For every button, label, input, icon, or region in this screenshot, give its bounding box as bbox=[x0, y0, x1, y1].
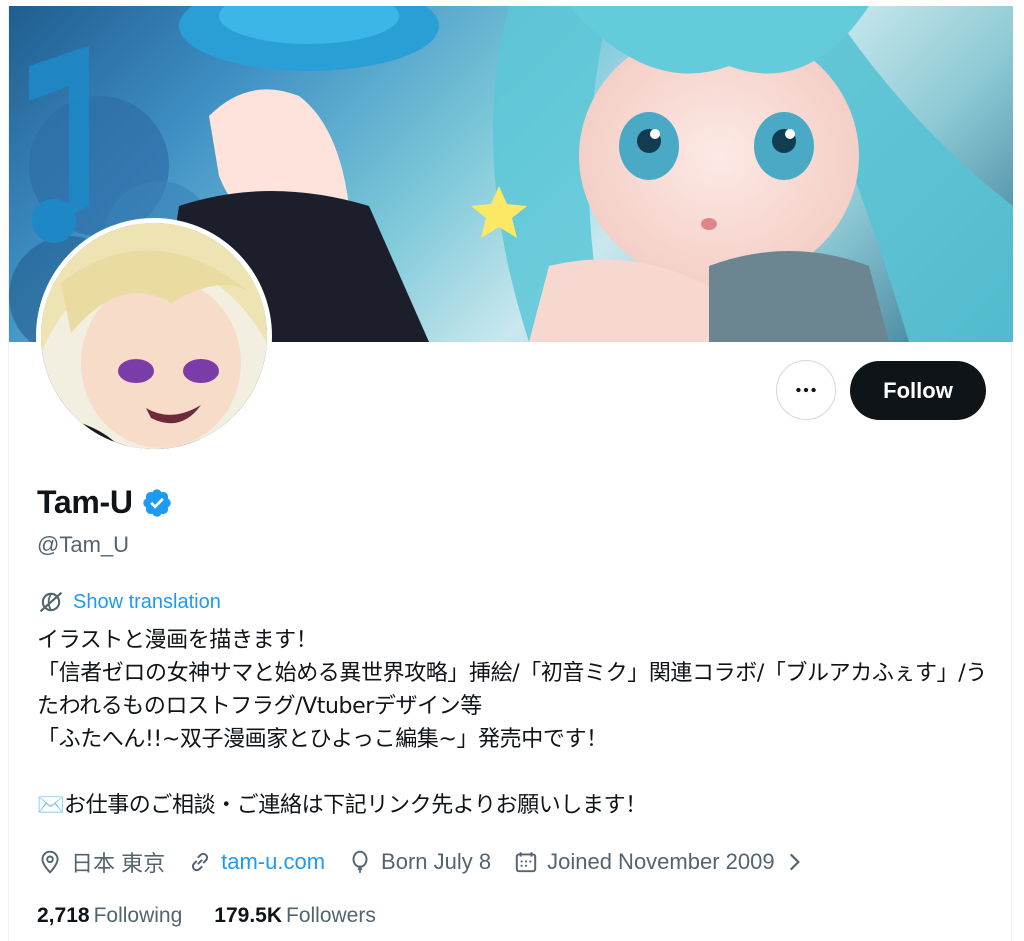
avatar-artwork bbox=[41, 223, 267, 449]
joined-text: Joined November 2009 bbox=[547, 849, 775, 874]
joined-item[interactable]: Joined November 2009 bbox=[513, 849, 814, 875]
more-options-button[interactable] bbox=[776, 360, 836, 420]
profile-bio: イラストと漫画を描きます！ 「信者ゼロの女神サマと始める異世界攻略」挿絵/「初音… bbox=[37, 628, 987, 818]
birthday-text: Born July 8 bbox=[381, 849, 492, 874]
user-handle: @Tam_U bbox=[37, 532, 130, 557]
display-name: Tam-U bbox=[37, 484, 133, 520]
following-count: 2,718 bbox=[37, 904, 90, 927]
followers-count: 179.5K bbox=[214, 904, 282, 927]
chevron-right-icon[interactable] bbox=[781, 849, 807, 875]
following-label: Following bbox=[93, 904, 183, 927]
verified-badge-icon[interactable] bbox=[141, 487, 173, 519]
following-link[interactable]: 2,718 Following bbox=[37, 904, 182, 928]
more-horizontal-icon bbox=[796, 387, 816, 393]
show-translation-link[interactable]: Show translation bbox=[37, 588, 221, 616]
followers-link[interactable]: 179.5K Followers bbox=[214, 904, 376, 928]
website-item[interactable]: tam-u.com bbox=[187, 849, 325, 875]
show-translation-label: Show translation bbox=[73, 590, 221, 613]
profile-avatar[interactable] bbox=[36, 218, 272, 454]
follow-stats: 2,718 Following 179.5K Followers bbox=[37, 904, 408, 928]
profile-meta: 日本 東京 tam-u.com Born July 8 Joined Novem… bbox=[37, 846, 837, 878]
followers-label: Followers bbox=[286, 904, 376, 927]
location-text: 日本 東京 bbox=[71, 851, 166, 876]
follow-button[interactable]: Follow bbox=[850, 361, 986, 420]
name-row: Tam-U bbox=[37, 484, 173, 521]
balloon-icon bbox=[352, 850, 368, 873]
link-icon bbox=[192, 852, 209, 872]
profile-page: Follow Tam-U @Tam_U Show translation イラス… bbox=[8, 6, 1013, 941]
translate-globe-icon bbox=[39, 591, 63, 613]
location-pin-icon bbox=[41, 850, 59, 874]
website-link[interactable]: tam-u.com bbox=[221, 849, 325, 875]
location-item: 日本 東京 bbox=[37, 846, 165, 878]
birthday-item: Born July 8 bbox=[347, 849, 491, 875]
calendar-icon bbox=[515, 852, 537, 873]
